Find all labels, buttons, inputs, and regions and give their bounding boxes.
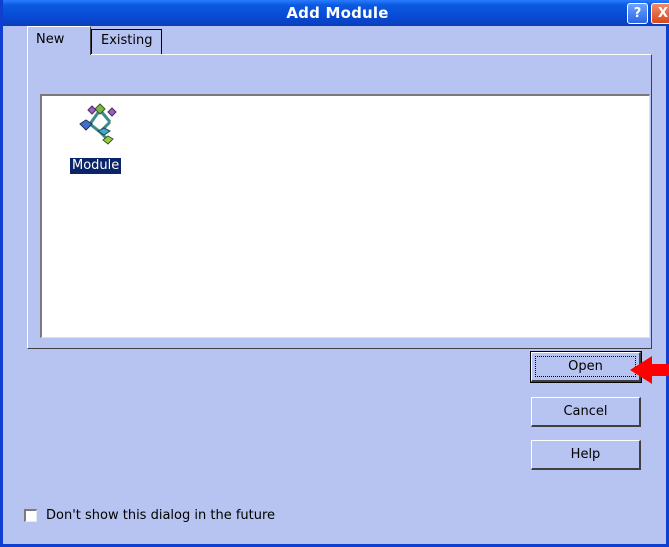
help-button[interactable]: Help: [531, 440, 641, 470]
tab-new-label: New: [36, 32, 65, 47]
cancel-button[interactable]: Cancel: [531, 397, 641, 427]
dont-show-again-option[interactable]: Don't show this dialog in the future: [24, 508, 275, 523]
module-list[interactable]: Module: [40, 94, 650, 338]
tab-existing[interactable]: Existing: [91, 29, 162, 54]
list-item-module[interactable]: Module: [70, 102, 130, 174]
open-button[interactable]: Open: [530, 351, 642, 383]
red-arrow-icon: [630, 356, 669, 384]
tab-existing-label: Existing: [101, 33, 153, 48]
list-item-label: Module: [70, 158, 122, 174]
title-bar[interactable]: Add Module ? X: [3, 0, 669, 26]
dont-show-label: Don't show this dialog in the future: [46, 508, 276, 523]
close-icon[interactable]: X: [651, 3, 669, 24]
dont-show-checkbox[interactable]: [24, 509, 37, 522]
module-icon: [79, 103, 117, 145]
open-button-label: Open: [535, 356, 636, 377]
tab-new[interactable]: New: [27, 26, 91, 55]
help-icon[interactable]: ?: [627, 3, 648, 24]
dialog-title: Add Module: [286, 4, 389, 22]
